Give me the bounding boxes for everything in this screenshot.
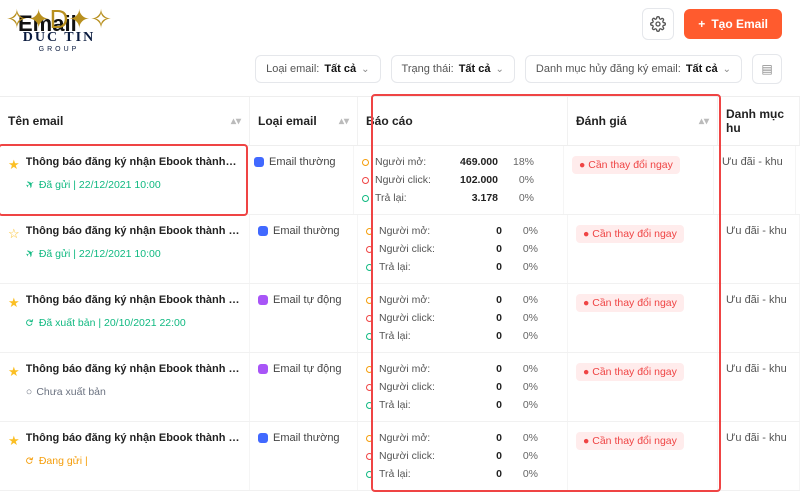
email-name: Thông báo đăng ký nhận Ebook thành c... xyxy=(26,432,241,444)
dot-icon xyxy=(366,264,373,271)
table-row[interactable]: ★ Thông báo đăng ký nhận Ebook thành c..… xyxy=(0,284,800,353)
create-email-button[interactable]: + Tạo Email xyxy=(684,9,782,39)
rating-badge: ● Cần thay đổi ngay xyxy=(576,432,684,450)
status-line: ⟳ Đã xuất bản | 20/10/2021 22:00 xyxy=(26,317,241,329)
dot-icon xyxy=(366,402,373,409)
email-type: Email tự động xyxy=(258,294,349,306)
col-category-header: Danh mục hu xyxy=(718,97,800,145)
filter-status[interactable]: Trạng thái: Tất cả ⌄ xyxy=(391,55,515,83)
dot-icon xyxy=(366,333,373,340)
type-color-icon xyxy=(254,157,264,167)
report-block: Người mở:00% Người click:00% Trả lại:00% xyxy=(366,225,559,273)
chevron-down-icon: ⌄ xyxy=(361,64,369,75)
star-icon[interactable]: ★ xyxy=(8,295,20,311)
email-name: Thông báo đăng ký nhận Ebook thành c... xyxy=(26,363,241,375)
dot-icon xyxy=(366,297,373,304)
type-color-icon xyxy=(258,295,268,305)
status-line: ⟳ Đang gửi | xyxy=(26,455,241,467)
export-button[interactable]: ▤ xyxy=(752,54,782,84)
dot-icon xyxy=(362,159,369,166)
status-icon: ⟳ xyxy=(24,454,38,469)
dot-icon xyxy=(366,471,373,478)
dot-icon xyxy=(366,453,373,460)
status-icon: ⟳ xyxy=(24,316,38,331)
star-icon[interactable]: ★ xyxy=(8,433,20,449)
category-text: Ưu đãi - khu xyxy=(722,156,783,168)
type-color-icon xyxy=(258,364,268,374)
dot-icon xyxy=(366,228,373,235)
rating-badge: ● Cần thay đổi ngay xyxy=(576,363,684,381)
category-text: Ưu đãi - khu xyxy=(726,363,787,375)
rating-badge: ● Cần thay đổi ngay xyxy=(572,156,680,174)
star-icon[interactable]: ★ xyxy=(8,364,20,380)
brand-logo: ✧✦D✦✧ DUC TIN GROUP xyxy=(6,6,112,53)
email-type: Email thường xyxy=(254,156,345,168)
dot-icon xyxy=(366,366,373,373)
sort-icon: ▴▾ xyxy=(231,119,241,124)
filter-unsub-category[interactable]: Danh mục hủy đăng ký email: Tất cả ⌄ xyxy=(525,55,742,83)
col-type-header[interactable]: Loại email▴▾ xyxy=(250,97,358,145)
type-color-icon xyxy=(258,433,268,443)
settings-button[interactable] xyxy=(642,8,674,40)
report-block: Người mở:00% Người click:00% Trả lại:00% xyxy=(366,294,559,342)
rating-badge: ● Cần thay đổi ngay xyxy=(576,294,684,312)
email-name: Thông báo đăng ký nhận Ebook thành c... xyxy=(26,156,238,168)
status-line: ○ Chưa xuất bản xyxy=(26,386,241,398)
email-type: Email thường xyxy=(258,225,349,237)
status-line: ✈ Đã gửi | 22/12/2021 10:00 xyxy=(26,179,238,191)
dot-icon xyxy=(366,315,373,322)
star-icon[interactable]: ☆ xyxy=(8,226,20,242)
sort-icon: ▴▾ xyxy=(339,119,349,124)
dot-icon xyxy=(366,384,373,391)
category-text: Ưu đãi - khu xyxy=(726,294,787,306)
email-name: Thông báo đăng ký nhận Ebook thành c... xyxy=(26,294,241,306)
status-icon: ○ xyxy=(23,385,34,399)
star-icon[interactable]: ★ xyxy=(8,157,20,173)
report-block: Người mở:00% Người click:00% Trả lại:00% xyxy=(366,432,559,480)
status-icon: ✈ xyxy=(24,247,38,262)
table-row[interactable]: ★ Thông báo đăng ký nhận Ebook thành c..… xyxy=(0,422,800,491)
email-type: Email tự động xyxy=(258,363,349,375)
report-block: Người mở:00% Người click:00% Trả lại:00% xyxy=(366,363,559,411)
col-name-header[interactable]: Tên email▴▾ xyxy=(0,97,250,145)
columns-icon: ▤ xyxy=(761,62,772,76)
rating-badge: ● Cần thay đổi ngay xyxy=(576,225,684,243)
col-rating-header[interactable]: Đánh giá▴▾ xyxy=(568,97,718,145)
gear-icon xyxy=(650,16,666,32)
table-row[interactable]: ★ Thông báo đăng ký nhận Ebook thành c..… xyxy=(0,146,800,215)
dot-icon xyxy=(362,177,369,184)
type-color-icon xyxy=(258,226,268,236)
filter-email-type[interactable]: Loại email: Tất cả ⌄ xyxy=(255,55,380,83)
dot-icon xyxy=(366,246,373,253)
chevron-down-icon: ⌄ xyxy=(496,64,504,75)
chevron-down-icon: ⌄ xyxy=(723,64,731,75)
category-text: Ưu đãi - khu xyxy=(726,225,787,237)
category-text: Ưu đãi - khu xyxy=(726,432,787,444)
col-report-header: Báo cáo xyxy=(358,97,568,145)
email-name: Thông báo đăng ký nhận Ebook thành c... xyxy=(26,225,241,237)
dot-icon xyxy=(366,435,373,442)
status-icon: ✈ xyxy=(24,178,38,193)
email-table: Tên email▴▾ Loại email▴▾ Báo cáo Đánh gi… xyxy=(0,96,800,491)
plus-icon: + xyxy=(698,17,705,31)
table-row[interactable]: ★ Thông báo đăng ký nhận Ebook thành c..… xyxy=(0,353,800,422)
report-block: Người mở:469.00018% Người click:102.0000… xyxy=(362,156,555,204)
dot-icon xyxy=(362,195,369,202)
sort-icon: ▴▾ xyxy=(699,119,709,124)
status-line: ✈ Đã gửi | 22/12/2021 10:00 xyxy=(26,248,241,260)
email-type: Email thường xyxy=(258,432,349,444)
table-row[interactable]: ☆ Thông báo đăng ký nhận Ebook thành c..… xyxy=(0,215,800,284)
